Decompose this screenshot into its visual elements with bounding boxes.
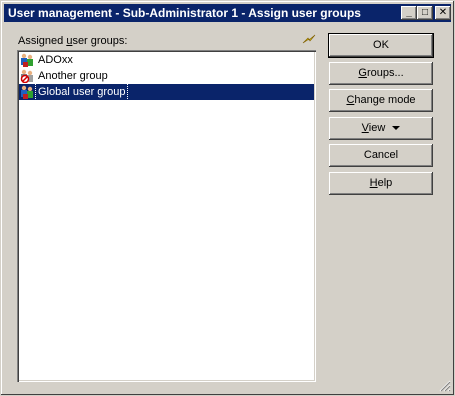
accelerator: G: [358, 67, 367, 79]
minimize-icon: _: [406, 7, 412, 18]
close-button[interactable]: ✕: [435, 6, 451, 20]
assigned-user-groups-label: Assigned user groups:: [18, 35, 127, 47]
list-item[interactable]: ADOxx: [19, 52, 314, 68]
dialog-window: User management - Sub-Administrator 1 - …: [0, 0, 455, 396]
groups-button-label: roups...: [366, 67, 404, 79]
change-mode-button[interactable]: Change mode: [329, 89, 433, 112]
list-item-label: ADOxx: [38, 54, 73, 66]
cancel-button-label: Cancel: [363, 149, 399, 161]
lightning-icon[interactable]: [302, 34, 316, 44]
list-item-label: Another group: [38, 70, 108, 82]
assigned-groups-list[interactable]: ADOxx Another group Global user group: [17, 50, 316, 382]
user-group-icon: [21, 53, 33, 67]
minimize-button[interactable]: _: [401, 6, 417, 20]
label-part: Assigned: [18, 35, 67, 47]
user-group-blocked-icon: [20, 69, 33, 83]
list-item-label: Global user group: [34, 83, 129, 101]
help-button[interactable]: Help: [329, 172, 433, 195]
maximize-icon: □: [421, 7, 429, 18]
ok-button[interactable]: OK: [329, 34, 433, 57]
label-part: ser groups:: [72, 35, 128, 47]
help-button-label: elp: [377, 177, 393, 189]
accelerator: H: [369, 177, 378, 189]
groups-button[interactable]: Groups...: [329, 62, 433, 85]
window-title: User management - Sub-Administrator 1 - …: [8, 6, 361, 20]
triangle-down-icon: [392, 125, 401, 130]
view-button-label: iew: [368, 122, 386, 134]
maximize-button[interactable]: □: [417, 6, 433, 20]
view-button[interactable]: View: [329, 117, 433, 140]
list-item-selected[interactable]: Global user group: [19, 83, 314, 101]
title-bar[interactable]: User management - Sub-Administrator 1 - …: [4, 4, 451, 22]
ok-button-label: OK: [373, 39, 389, 51]
cancel-button[interactable]: Cancel: [329, 144, 433, 167]
user-group-icon: [21, 85, 33, 99]
resize-grip-icon[interactable]: [439, 380, 451, 392]
change-mode-button-label: hange mode: [354, 94, 416, 106]
close-icon: ✕: [438, 7, 448, 18]
accelerator: V: [361, 122, 369, 134]
list-item[interactable]: Another group: [19, 68, 314, 84]
